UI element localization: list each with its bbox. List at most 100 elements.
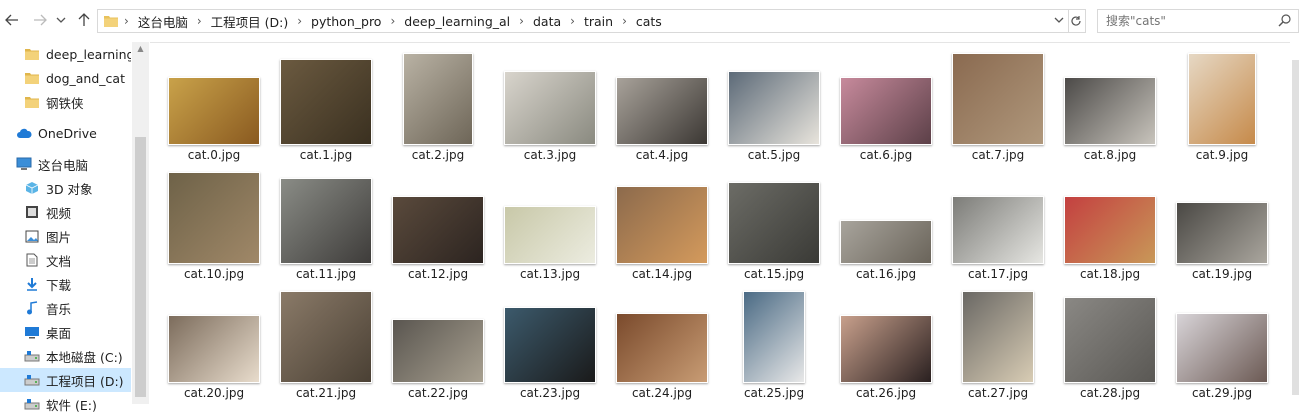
image-thumbnail — [616, 313, 708, 383]
breadcrumb-separator[interactable]: › — [570, 14, 575, 28]
file-item[interactable]: cat.5.jpg — [718, 47, 830, 163]
sidebar-item[interactable]: 文档 — [0, 248, 131, 272]
image-thumbnail — [168, 315, 260, 383]
breadcrumb-item[interactable]: python_pro — [311, 14, 381, 29]
file-name: cat.17.jpg — [967, 267, 1029, 281]
file-item[interactable]: cat.23.jpg — [494, 285, 606, 401]
sidebar-item[interactable]: 3D 对象 — [0, 176, 131, 200]
sidebar-item[interactable]: 这台电脑 — [0, 152, 131, 176]
sidebar-item[interactable]: 本地磁盘 (C:) — [0, 344, 131, 368]
file-item[interactable]: cat.28.jpg — [1054, 285, 1166, 401]
chevron-down-icon[interactable] — [54, 9, 68, 31]
breadcrumb-separator[interactable]: › — [390, 14, 395, 28]
file-item[interactable]: cat.20.jpg — [158, 285, 270, 401]
file-item[interactable]: cat.6.jpg — [830, 47, 942, 163]
file-item[interactable]: cat.10.jpg — [158, 166, 270, 282]
file-name: cat.10.jpg — [183, 267, 245, 281]
sidebar-item[interactable]: OneDrive — [0, 121, 131, 145]
arrow-up-icon[interactable] — [74, 9, 94, 31]
file-name: cat.24.jpg — [631, 386, 693, 400]
file-item[interactable]: cat.27.jpg — [942, 285, 1054, 401]
breadcrumb-item[interactable]: deep_learning_al — [404, 14, 510, 29]
sidebar-item-label: 视频 — [46, 205, 72, 221]
breadcrumb-item[interactable]: 这台电脑 — [138, 12, 188, 31]
file-item[interactable]: cat.3.jpg — [494, 47, 606, 163]
folder-icon — [104, 15, 118, 27]
breadcrumb-item[interactable]: data — [533, 14, 561, 29]
file-name: cat.23.jpg — [519, 386, 581, 400]
file-item[interactable]: cat.11.jpg — [270, 166, 382, 282]
image-thumbnail — [1064, 77, 1156, 145]
file-item[interactable]: cat.26.jpg — [830, 285, 942, 401]
file-item[interactable]: cat.18.jpg — [1054, 166, 1166, 282]
breadcrumb-item[interactable]: 工程项目 (D:) — [211, 12, 289, 31]
file-item[interactable]: cat.1.jpg — [270, 47, 382, 163]
chevron-down-icon[interactable] — [1054, 13, 1064, 30]
sidebar-item-label: 工程项目 (D:) — [46, 373, 124, 389]
search-box[interactable] — [1097, 9, 1299, 33]
document-icon — [24, 252, 40, 268]
image-thumbnail — [280, 59, 372, 145]
desktop-icon — [24, 324, 40, 340]
file-item[interactable]: cat.16.jpg — [830, 166, 942, 282]
file-item[interactable]: cat.12.jpg — [382, 166, 494, 282]
breadcrumb-separator[interactable]: › — [297, 14, 302, 28]
sidebar-item[interactable]: 图片 — [0, 224, 131, 248]
file-item[interactable]: cat.7.jpg — [942, 47, 1054, 163]
sidebar-item[interactable]: dog_and_cat — [0, 66, 131, 90]
file-item[interactable]: cat.0.jpg — [158, 47, 270, 163]
file-grid: cat.0.jpg cat.1.jpg cat.2.jpg cat.3.jpg cat.… — [150, 42, 1290, 404]
breadcrumb-separator[interactable]: › — [197, 14, 202, 28]
search-icon[interactable] — [1278, 13, 1292, 30]
file-item[interactable]: cat.4.jpg — [606, 47, 718, 163]
sidebar-item[interactable]: 音乐 — [0, 296, 131, 320]
sidebar-item[interactable]: 钢铁侠 — [0, 90, 131, 114]
file-item[interactable]: cat.2.jpg — [382, 47, 494, 163]
folder-icon — [24, 46, 40, 62]
image-thumbnail — [504, 206, 596, 264]
scroll-up-icon[interactable]: ▲ — [132, 44, 149, 58]
cube-icon — [24, 180, 40, 196]
file-item[interactable]: cat.8.jpg — [1054, 47, 1166, 163]
file-item[interactable]: cat.9.jpg — [1166, 47, 1278, 163]
arrow-left-icon[interactable] — [2, 9, 22, 31]
sidebar-item[interactable]: 软件 (E:) — [0, 392, 131, 416]
breadcrumb-separator[interactable]: › — [622, 14, 627, 28]
file-item[interactable]: cat.14.jpg — [606, 166, 718, 282]
file-item[interactable]: cat.24.jpg — [606, 285, 718, 401]
image-thumbnail — [1176, 202, 1268, 264]
file-item[interactable]: cat.15.jpg — [718, 166, 830, 282]
scrollbar-thumb[interactable] — [135, 137, 146, 397]
sidebar-scrollbar[interactable]: ▲ — [132, 42, 149, 404]
breadcrumb-item[interactable]: cats — [636, 14, 662, 29]
file-name: cat.16.jpg — [855, 267, 917, 281]
breadcrumb: 这台电脑 › 工程项目 (D:) › python_pro › deep_learning_… — [138, 12, 662, 31]
image-thumbnail — [280, 291, 372, 383]
sidebar-item[interactable]: 视频 — [0, 200, 131, 224]
drive-icon — [24, 348, 40, 364]
sidebar-item-label: 桌面 — [46, 325, 72, 341]
file-item[interactable]: cat.21.jpg — [270, 285, 382, 401]
file-item[interactable]: cat.13.jpg — [494, 166, 606, 282]
breadcrumb-item[interactable]: train — [584, 14, 613, 29]
sidebar-item[interactable]: deep_learning_ — [0, 42, 131, 66]
file-name: cat.2.jpg — [411, 148, 465, 162]
search-input[interactable] — [1104, 10, 1268, 32]
sidebar-item[interactable]: 工程项目 (D:) — [0, 368, 131, 392]
sidebar-item[interactable]: 桌面 — [0, 320, 131, 344]
file-item[interactable]: cat.25.jpg — [718, 285, 830, 401]
sidebar-item[interactable]: 下载 — [0, 272, 131, 296]
breadcrumb-separator[interactable]: › — [519, 14, 524, 28]
address-bar[interactable]: › 这台电脑 › 工程项目 (D:) › python_pro › deep_learnin… — [97, 9, 1069, 33]
file-item[interactable]: cat.17.jpg — [942, 166, 1054, 282]
sidebar-item-label: dog_and_cat — [46, 70, 125, 86]
refresh-button[interactable] — [1067, 9, 1086, 33]
file-item[interactable]: cat.19.jpg — [1166, 166, 1278, 282]
file-item[interactable]: cat.29.jpg — [1166, 285, 1278, 401]
file-item[interactable]: cat.22.jpg — [382, 285, 494, 401]
image-thumbnail — [840, 315, 932, 383]
image-thumbnail — [743, 291, 805, 383]
scrollbar-thumb[interactable] — [1292, 60, 1299, 395]
content-scrollbar[interactable] — [1290, 42, 1301, 404]
arrow-right-icon[interactable] — [30, 9, 50, 31]
